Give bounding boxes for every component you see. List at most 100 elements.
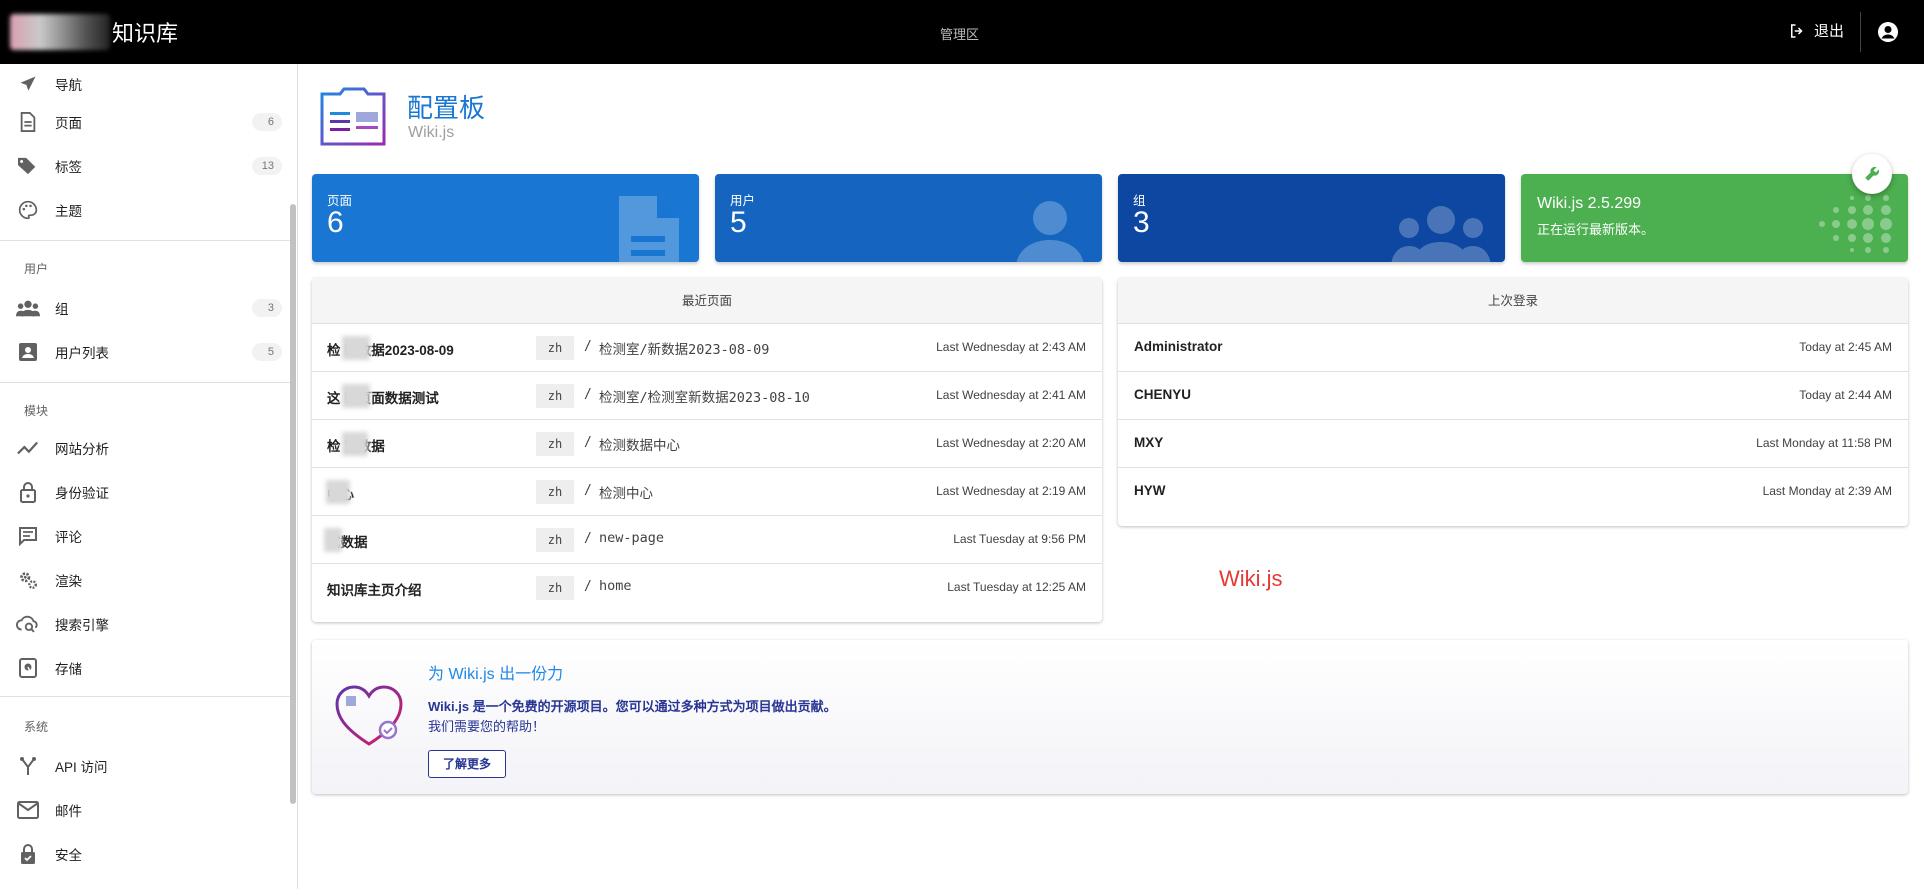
locale-chip: zh	[536, 336, 574, 360]
chart-line-icon	[16, 436, 40, 460]
section-header-modules: 模块	[24, 404, 49, 418]
sidebar-item-navigation[interactable]: 导航	[0, 64, 290, 104]
storage-icon	[16, 656, 40, 680]
sidebar-item-mail[interactable]: 邮件	[0, 790, 290, 830]
user-name: CHENYU	[1134, 387, 1192, 402]
security-icon	[16, 842, 40, 866]
comment-icon	[16, 524, 40, 548]
user-row[interactable]: MXY Last Monday at 11:58 PM	[1118, 420, 1908, 468]
table-row[interactable]: 检 室数据 zh / 检测数据中心 Last Wednesday at 2:20…	[312, 420, 1102, 468]
updated-date: Last Wednesday at 2:43 AM	[936, 340, 1086, 354]
sidebar-scrollbar[interactable]	[290, 204, 296, 804]
sidebar-item-groups[interactable]: 组 3	[0, 288, 290, 328]
updated-date: Last Wednesday at 2:41 AM	[936, 388, 1086, 402]
sidebar-item-label: 组	[55, 302, 69, 317]
user-row[interactable]: Administrator Today at 2:45 AM	[1118, 324, 1908, 372]
contribute-title: 为 Wiki.js 出一份力	[428, 666, 564, 683]
sidebar-item-label: 邮件	[55, 804, 82, 819]
sidebar-item-label: 评论	[55, 530, 82, 545]
contribute-text: Wiki.js 是一个免费的开源项目。您可以通过多种方式为项目做出贡献。	[428, 699, 837, 714]
section-header-users: 用户	[24, 262, 49, 276]
sidebar-item-comments[interactable]: 评论	[0, 516, 290, 556]
sidebar-divider	[0, 240, 290, 241]
path-separator: /	[584, 387, 592, 402]
learn-more-button[interactable]: 了解更多	[428, 750, 507, 778]
sidebar-item-tags[interactable]: 标签 13	[0, 146, 290, 186]
updated-date: Last Wednesday at 2:20 AM	[936, 436, 1086, 450]
email-icon	[16, 798, 40, 822]
sidebar-item-label: 标签	[55, 160, 82, 175]
sidebar-item-label: 导航	[55, 78, 82, 93]
version-title: Wiki.js 2.5.299	[1537, 195, 1642, 212]
logout-button[interactable]: 退出	[1788, 20, 1844, 41]
stat-value: 3	[1133, 206, 1150, 239]
path-separator: /	[584, 435, 592, 450]
locale-chip: zh	[536, 528, 574, 552]
updated-date: Last Wednesday at 2:19 AM	[936, 484, 1086, 498]
app-title: 知识库	[112, 21, 179, 46]
dots-pattern-icon	[1819, 195, 1892, 253]
account-button[interactable]	[1876, 20, 1900, 49]
user-name: MXY	[1134, 435, 1164, 450]
page-path: 检测室/检测室新数据2023-08-10	[599, 390, 810, 406]
user-row[interactable]: CHENYU Today at 2:44 AM	[1118, 372, 1908, 420]
page-path: 检测室/新数据2023-08-09	[599, 342, 770, 358]
lock-icon	[16, 480, 40, 504]
dashboard-icon	[318, 86, 388, 157]
annotation-text: Wiki.js	[1219, 566, 1283, 591]
update-settings-button[interactable]	[1852, 154, 1892, 194]
sidebar-item-storage[interactable]: 存储	[0, 648, 290, 688]
brand[interactable]: 知识库	[10, 14, 178, 50]
path-separator: /	[584, 339, 592, 354]
blurred-text	[342, 384, 370, 408]
sidebar-item-theme[interactable]: 主题	[0, 190, 290, 230]
count-badge: 5	[252, 343, 282, 361]
sidebar-item-label: 安全	[55, 848, 82, 863]
sidebar-item-auth[interactable]: 身份验证	[0, 472, 290, 512]
stat-card-pages[interactable]: 页面 6	[312, 174, 699, 262]
sidebar-item-label: 存储	[55, 662, 82, 677]
table-row[interactable]: 试数据 zh / new-page Last Tuesday at 9:56 P…	[312, 516, 1102, 564]
path-separator: /	[584, 579, 592, 594]
api-icon	[16, 754, 40, 778]
last-logins-panel: 上次登录 Administrator Today at 2:45 AM CHEN…	[1118, 278, 1908, 526]
top-bar: 知识库 管理区 退出	[0, 0, 1924, 64]
sidebar-item-security[interactable]: 安全	[0, 834, 290, 874]
page-icon	[16, 110, 40, 134]
version-status: 正在运行最新版本。	[1537, 222, 1655, 237]
updated-date: Last Tuesday at 9:56 PM	[953, 532, 1086, 546]
wrench-icon	[1865, 166, 1880, 181]
palette-icon	[16, 198, 40, 222]
stat-card-version[interactable]: Wiki.js 2.5.299 正在运行最新版本。	[1521, 174, 1908, 262]
stat-value: 6	[327, 206, 344, 239]
sidebar-item-pages[interactable]: 页面 6	[0, 102, 290, 142]
sidebar-item-label: 身份验证	[55, 486, 109, 501]
tags-icon	[16, 154, 40, 178]
last-logins-header: 上次登录	[1118, 278, 1908, 324]
stat-value: 5	[730, 206, 747, 239]
file-document-icon	[619, 196, 679, 262]
sidebar-item-search-engine[interactable]: 搜索引擎	[0, 604, 290, 644]
sidebar: 导航 页面 6 标签 13 主题 用户 组 3 用户列表 5 模块 网站分析 身…	[0, 64, 298, 889]
sidebar-item-api[interactable]: API 访问	[0, 746, 290, 786]
stat-card-groups[interactable]: 组 3	[1118, 174, 1505, 262]
page-path: 检测中心	[599, 486, 653, 502]
sidebar-item-user-list[interactable]: 用户列表 5	[0, 332, 290, 372]
page-path: home	[599, 578, 632, 594]
page-title: 配置板	[407, 93, 486, 123]
account-box-icon	[16, 340, 40, 364]
count-badge: 13	[252, 157, 282, 175]
table-row[interactable]: 知识库主页介绍 zh / home Last Tuesday at 12:25 …	[312, 564, 1102, 612]
table-row[interactable]: 检 新数据2023-08-09 zh / 检测室/新数据2023-08-09 L…	[312, 324, 1102, 372]
sidebar-item-analytics[interactable]: 网站分析	[0, 428, 290, 468]
table-row[interactable]: 这 新页面数据测试 zh / 检测室/检测室新数据2023-08-10 Last…	[312, 372, 1102, 420]
user-row[interactable]: HYW Last Monday at 2:39 AM	[1118, 468, 1908, 516]
path-separator: /	[584, 483, 592, 498]
count-badge: 6	[252, 113, 282, 131]
login-date: Last Monday at 11:58 PM	[1756, 436, 1892, 450]
table-row[interactable]: 中心 zh / 检测中心 Last Wednesday at 2:19 AM	[312, 468, 1102, 516]
sidebar-item-rendering[interactable]: 渲染	[0, 560, 290, 600]
path-separator: /	[584, 531, 592, 546]
stat-card-users[interactable]: 用户 5	[715, 174, 1102, 262]
blurred-text	[342, 432, 368, 456]
